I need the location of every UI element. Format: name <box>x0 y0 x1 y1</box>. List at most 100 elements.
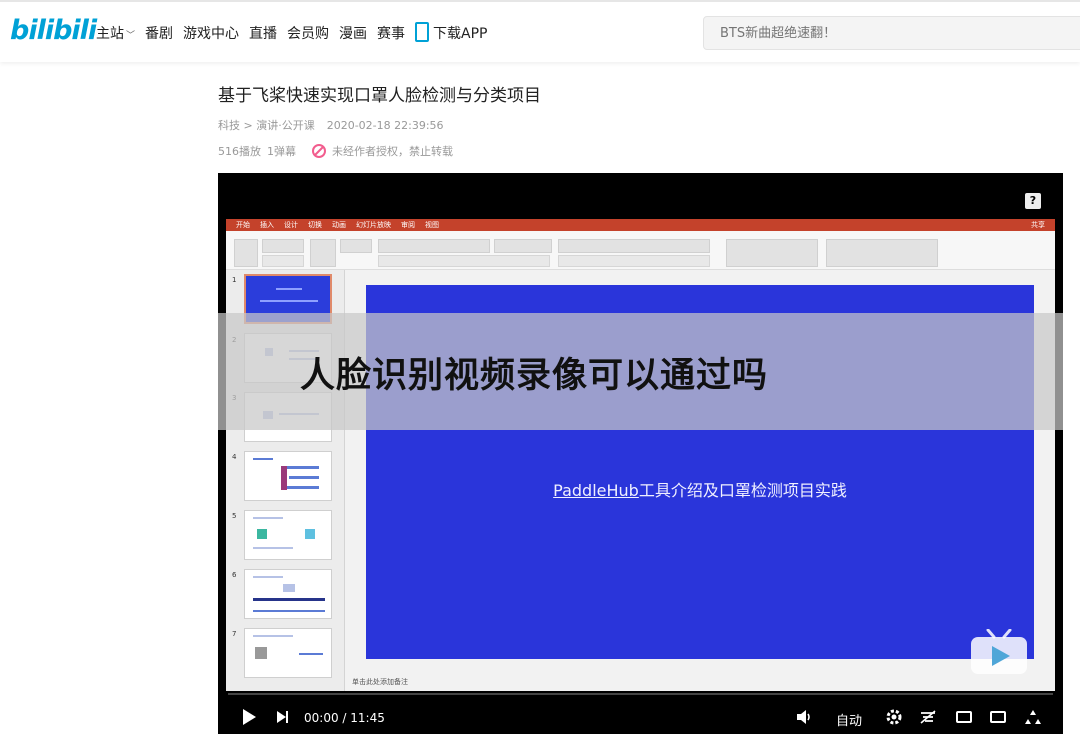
quality-auto-button[interactable]: 自动 <box>836 710 862 729</box>
thumb-line <box>253 610 325 612</box>
slide-number: 5 <box>232 512 237 520</box>
thumb-line <box>253 635 293 637</box>
ppt-ribbon-tabs: 开始 插入 设计 切换 动画 幻灯片放映 审阅 视图 共享 <box>226 219 1055 231</box>
slide-title-rest: 工具介绍及口罩检测项目实践 <box>638 481 847 500</box>
ppt-tab: 视图 <box>425 221 439 229</box>
copyright-notice: 未经作者授权，禁止转载 <box>332 145 453 158</box>
overlay-banner: 人脸识别视频录像可以通过吗 <box>218 313 1063 430</box>
pip-icon <box>956 711 972 723</box>
slide-number: 7 <box>232 630 237 638</box>
video-stats: 516播放 1弹幕 未经作者授权，禁止转载 <box>218 143 453 159</box>
thumb-line <box>253 576 283 578</box>
video-date: 2020-02-18 22:39:56 <box>326 119 444 132</box>
thumb-line <box>283 584 295 592</box>
slide-title-prefix: PaddleHub <box>553 481 639 500</box>
ppt-layout-group <box>340 239 372 253</box>
phone-icon <box>415 22 430 42</box>
main-nav: 主站 ﹀ 番剧 游戏中心 直播 会员购 漫画 赛事 下载APP <box>96 22 497 43</box>
danmaku-toggle-button[interactable] <box>918 704 938 730</box>
next-button[interactable] <box>274 704 290 730</box>
next-icon <box>276 711 288 723</box>
ppt-font-box <box>378 239 490 253</box>
nav-item-shop[interactable]: 会员购 <box>287 23 329 43</box>
overlay-title: 人脸识别视频录像可以通过吗 <box>300 356 769 396</box>
ppt-share: 共享 <box>1031 221 1045 229</box>
thumb-line <box>253 458 273 460</box>
ppt-tab: 开始 <box>236 221 250 229</box>
ppt-tab: 动画 <box>332 221 346 229</box>
thumb-line <box>305 529 315 539</box>
ppt-tab: 审阅 <box>401 221 415 229</box>
ppt-tab: 幻灯片放映 <box>356 221 391 229</box>
slide-title: PaddleHub工具介绍及口罩检测项目实践 <box>366 477 1034 501</box>
fullscreen-icon <box>1025 710 1041 724</box>
slide-number: 4 <box>232 453 237 461</box>
progress-bar[interactable] <box>228 693 1053 695</box>
thumb-line <box>255 647 267 659</box>
thumb-line <box>253 517 283 519</box>
thumb-line <box>260 300 318 302</box>
ppt-clipboard-group <box>262 255 304 267</box>
nav-item-live[interactable]: 直播 <box>249 23 277 43</box>
widescreen-button[interactable] <box>988 704 1008 730</box>
slide-thumbnail <box>244 569 332 619</box>
view-count: 516播放 <box>218 145 261 158</box>
thumb-line <box>285 466 319 469</box>
picture-in-picture-button[interactable] <box>954 704 974 730</box>
time-display: 00:00 / 11:45 <box>304 711 385 725</box>
nav-item-main[interactable]: 主站 ﹀ <box>96 23 135 43</box>
slide-thumbnail <box>244 628 332 678</box>
ppt-ribbon <box>226 231 1055 270</box>
video-title: 基于飞桨快速实现口罩人脸检测与分类项目 <box>218 86 541 106</box>
thumb-line <box>285 486 319 489</box>
nav-item-label: 下载APP <box>433 26 488 42</box>
danmaku-off-icon <box>920 710 936 724</box>
nav-item-manga[interactable]: 漫画 <box>339 23 367 43</box>
video-frame-powerpoint: 开始 插入 设计 切换 动画 幻灯片放映 审阅 视图 共享 1 4 5 6 7 … <box>226 219 1055 691</box>
ppt-paragraph-group <box>558 239 710 253</box>
video-meta: 科技 > 演讲·公开课 2020-02-18 22:39:56 <box>218 117 444 133</box>
widescreen-icon <box>990 711 1006 723</box>
nav-item-anime[interactable]: 番剧 <box>145 23 173 43</box>
ppt-tab: 设计 <box>284 221 298 229</box>
chevron-down-icon: ﹀ <box>126 30 136 41</box>
volume-icon <box>797 710 810 724</box>
thumb-line <box>276 288 302 290</box>
nav-item-label: 主站 <box>96 25 124 42</box>
ppt-notes: 单击此处添加备注 <box>352 678 408 686</box>
slide-thumbnail <box>244 510 332 560</box>
top-nav-bar: bilibili 主站 ﹀ 番剧 游戏中心 直播 会员购 漫画 赛事 下载APP <box>0 0 1080 62</box>
thumb-line <box>253 547 293 549</box>
video-player[interactable]: ? 开始 插入 设计 切换 动画 幻灯片放映 审阅 视图 共享 1 4 5 6 … <box>218 173 1063 734</box>
no-repost-icon <box>312 144 326 158</box>
search-box <box>703 16 1080 50</box>
ppt-paste-icon <box>234 239 258 267</box>
fullscreen-button[interactable] <box>1022 704 1044 730</box>
nav-item-esports[interactable]: 赛事 <box>377 23 405 43</box>
thumb-line <box>281 466 287 490</box>
ppt-drawing-group <box>726 239 818 267</box>
play-icon <box>242 709 256 725</box>
video-category[interactable]: 科技 > 演讲·公开课 <box>218 119 315 132</box>
ppt-font-size <box>494 239 552 253</box>
settings-button[interactable] <box>884 704 904 730</box>
gear-icon <box>886 709 902 725</box>
ppt-new-slide-icon <box>310 239 336 267</box>
ppt-paragraph-group <box>558 255 710 267</box>
thumb-line <box>289 476 319 479</box>
ppt-tab: 插入 <box>260 221 274 229</box>
nav-item-games[interactable]: 游戏中心 <box>183 23 239 43</box>
slide-number: 1 <box>232 276 237 284</box>
play-button[interactable] <box>240 704 258 730</box>
volume-button[interactable] <box>794 704 814 730</box>
slide-thumbnail <box>244 451 332 501</box>
bilibili-logo[interactable]: bilibili <box>10 15 97 46</box>
nav-item-download-app[interactable]: 下载APP <box>415 22 487 43</box>
thumb-line <box>299 653 323 655</box>
bilibili-tv-play-icon[interactable] <box>970 629 1028 675</box>
ppt-clipboard-group <box>262 239 304 253</box>
help-icon[interactable]: ? <box>1025 193 1041 209</box>
thumb-line <box>257 529 267 539</box>
search-input[interactable] <box>704 17 1080 49</box>
slide-number: 6 <box>232 571 237 579</box>
